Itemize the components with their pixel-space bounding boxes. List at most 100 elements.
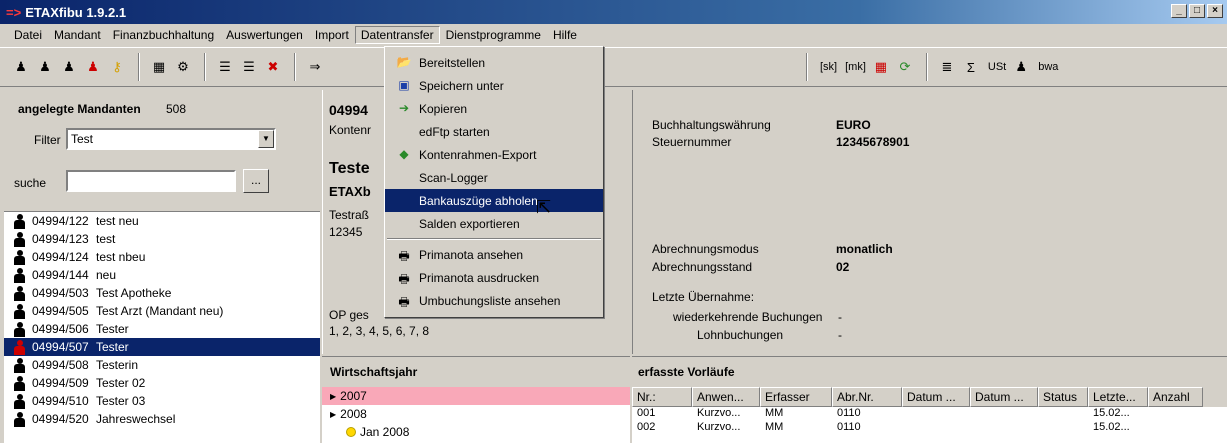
minimize-button[interactable]: _ — [1171, 4, 1187, 18]
table-row[interactable]: 001 Kurzvo... MM 0110 15.02... — [632, 407, 1227, 421]
title-bar: => ETAXfibu 1.9.2.1 _ □ × — [0, 0, 1227, 24]
mandant-company: ETAXb — [329, 184, 371, 199]
column-header[interactable]: Anzahl — [1148, 387, 1203, 407]
person-icon — [13, 357, 26, 373]
list-item-selected[interactable]: 04994/507 Tester — [4, 338, 320, 356]
chevron-down-icon[interactable]: ▼ — [258, 130, 274, 148]
list-item[interactable]: 04994/508 Testerin — [4, 356, 320, 374]
column-header[interactable]: Status — [1038, 387, 1088, 407]
bulb-icon — [346, 427, 356, 437]
list-item[interactable]: 04994/520 Jahreswechsel — [4, 410, 320, 428]
search-input[interactable] — [66, 170, 236, 192]
ust-button[interactable]: USt — [988, 61, 1006, 73]
mandant-name: Teste — [329, 160, 370, 177]
menu-finanzbuchhaltung[interactable]: Finanzbuchhaltung — [107, 26, 220, 44]
person-icon — [13, 375, 26, 391]
list-item[interactable]: 04994/144 neu — [4, 266, 320, 284]
year-item[interactable]: ▶ 2007 — [322, 387, 630, 405]
abrechnungsmodus-label: Abrechnungsmodus — [652, 242, 759, 256]
mandant-panel: angelegte Mandanten 508 Filter Test ▼ su… — [4, 90, 320, 443]
vorlaeufe-header: erfasste Vorläufe — [632, 357, 1227, 387]
menu-mandant[interactable]: Mandant — [48, 26, 107, 44]
list-item[interactable]: 04994/509 Tester 02 — [4, 374, 320, 392]
list-item[interactable]: 04994/503 Test Apotheke — [4, 284, 320, 302]
menu-item-salden-exportieren[interactable]: Salden exportieren — [385, 212, 603, 235]
list-item[interactable]: 04994/124 test nbeu — [4, 248, 320, 266]
menu-import[interactable]: Import — [309, 26, 355, 44]
triangle-right-icon: ▶ — [330, 391, 337, 401]
table-row[interactable]: 002 Kurzvo... MM 0110 15.02... — [632, 421, 1227, 435]
menu-item-bankauszuege-abholen[interactable]: Bankauszüge abholen — [385, 189, 603, 212]
column-header[interactable]: Datum ... — [970, 387, 1038, 407]
person-icon — [13, 249, 26, 265]
people-icon[interactable]: ♟ — [1010, 56, 1032, 78]
refresh-icon[interactable]: ⟳ — [894, 56, 916, 78]
column-header[interactable]: Datum ... — [902, 387, 970, 407]
list-item[interactable]: 04994/506 Tester — [4, 320, 320, 338]
sum-icon[interactable]: Σ — [960, 56, 982, 78]
wirtschaftsjahr-panel: Wirtschaftsjahr ▶ 2007 ▶ 2008 Jan 2008 — [322, 356, 630, 443]
lohnbuchungen-label: Lohnbuchungen — [697, 328, 784, 342]
lohnbuchungen-value: - — [838, 328, 842, 342]
menu-item-primanota-ansehen[interactable]: 🖶 Primanota ansehen — [385, 243, 603, 266]
mandant-list: 04994/122 test neu 04994/123 test 04994/12… — [4, 211, 320, 443]
person-icon — [13, 411, 26, 427]
month-item[interactable]: Jan 2008 — [322, 423, 630, 441]
column-header[interactable]: Anwen... — [692, 387, 760, 407]
menu-bar: Datei Mandant Finanzbuchhaltung Auswertu… — [0, 24, 1227, 46]
calendar-icon[interactable]: ▦ — [148, 56, 170, 78]
mk-button[interactable]: [mk] — [845, 61, 866, 73]
column-header[interactable]: Nr.: — [632, 387, 692, 407]
mandant-icon[interactable]: ♟ — [10, 56, 32, 78]
copy-icon: ➔ — [398, 100, 410, 115]
mandant-add-icon[interactable]: ♟ — [34, 56, 56, 78]
list-item[interactable]: 04994/510 Tester 03 — [4, 392, 320, 410]
sk-button[interactable]: [sk] — [820, 61, 837, 73]
mandant-edit-icon[interactable]: ♟ — [58, 56, 80, 78]
steuernummer-value: 12345678901 — [836, 135, 910, 149]
column-header[interactable]: Abr.Nr. — [832, 387, 902, 407]
settings-icon[interactable]: ⚙ — [172, 56, 194, 78]
filter-select[interactable]: Test ▼ — [66, 128, 276, 150]
menu-item-umbuchungsliste[interactable]: 🖶 Umbuchungsliste ansehen — [385, 289, 603, 312]
grid-icon[interactable]: ▦ — [870, 56, 892, 78]
menu-item-speichern-unter[interactable]: ▣ Speichern unter — [385, 74, 603, 97]
bwa-button[interactable]: bwa — [1038, 61, 1058, 73]
list-delete-icon[interactable]: ✖ — [262, 56, 284, 78]
key-icon[interactable]: ⚷ — [106, 56, 128, 78]
menu-dienstprogramme[interactable]: Dienstprogramme — [440, 26, 547, 44]
letzte-uebernahme-label: Letzte Übernahme: — [652, 290, 755, 304]
menu-hilfe[interactable]: Hilfe — [547, 26, 583, 44]
toolbar: ♟ ♟ ♟ ♟ ⚷ ▦ ⚙ ☰ ☰ ✖ ⇒ [sk] [mk] ▦ ⟳ ≣ Σ … — [0, 47, 1227, 87]
menu-item-scan-logger[interactable]: Scan-Logger — [385, 166, 603, 189]
mandant-delete-icon[interactable]: ♟ — [82, 56, 104, 78]
close-button[interactable]: × — [1207, 4, 1223, 18]
format-icon[interactable]: ≣ — [936, 56, 958, 78]
search-label: suche — [14, 176, 47, 190]
maximize-button[interactable]: □ — [1189, 4, 1205, 18]
menu-item-kontenrahmen-export[interactable]: ◆ Kontenrahmen-Export — [385, 143, 603, 166]
wirtschaftsjahr-header: Wirtschaftsjahr — [322, 357, 630, 387]
person-icon — [13, 267, 26, 283]
menu-item-primanota-ausdrucken[interactable]: 🖶 Primanota ausdrucken — [385, 266, 603, 289]
menu-item-kopieren[interactable]: ➔ Kopieren — [385, 97, 603, 120]
year-item[interactable]: ▶ 2008 — [322, 405, 630, 423]
abrechnungsstand-label: Abrechnungsstand — [652, 260, 753, 274]
list-item[interactable]: 04994/123 test — [4, 230, 320, 248]
list-edit-icon[interactable]: ☰ — [238, 56, 260, 78]
menu-datei[interactable]: Datei — [8, 26, 48, 44]
folder-icon: 📂 — [396, 54, 412, 69]
wiederkehrende-label: wiederkehrende Buchungen — [673, 310, 823, 324]
list-item[interactable]: 04994/505 Test Arzt (Mandant neu) — [4, 302, 320, 320]
column-header[interactable]: Erfasser — [760, 387, 832, 407]
search-browse-button[interactable]: ... — [243, 169, 269, 193]
menu-item-bereitstellen[interactable]: 📂 Bereitstellen — [385, 51, 603, 74]
menu-auswertungen[interactable]: Auswertungen — [220, 26, 309, 44]
menu-datentransfer[interactable]: Datentransfer — [354, 26, 440, 44]
list-icon[interactable]: ☰ — [214, 56, 236, 78]
transfer-icon[interactable]: ⇒ — [304, 56, 326, 78]
export-icon: ◆ — [399, 146, 409, 161]
column-header[interactable]: Letzte... — [1088, 387, 1148, 407]
menu-item-edftp[interactable]: edFtp starten — [385, 120, 603, 143]
list-item[interactable]: 04994/122 test neu — [4, 212, 320, 230]
